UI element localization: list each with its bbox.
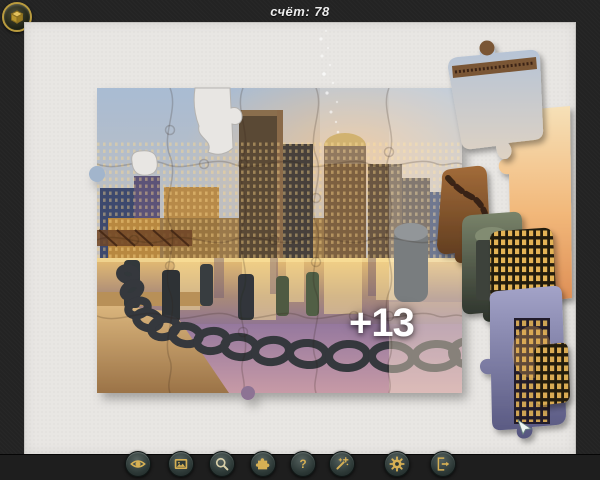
gear-icon — [387, 454, 407, 474]
pieces-tray-button[interactable] — [250, 451, 276, 477]
preview-button[interactable] — [125, 451, 151, 477]
settings-button[interactable] — [384, 451, 410, 477]
exit-button[interactable] — [430, 451, 456, 477]
hint-button[interactable]: ? — [290, 451, 316, 477]
eye-icon — [128, 454, 148, 474]
magic-wand-button[interactable] — [329, 451, 355, 477]
score-text: счёт: 78 — [270, 4, 330, 19]
puzzle-board[interactable] — [24, 22, 576, 455]
exit-icon — [433, 454, 453, 474]
puzzle-piece-icon — [253, 454, 273, 474]
picture-icon — [171, 454, 191, 474]
cube-icon — [9, 9, 25, 25]
question-icon: ? — [293, 454, 313, 474]
magnifier-icon — [212, 454, 232, 474]
game-window: счёт: 78 — [0, 0, 600, 480]
magic-wand-icon — [332, 454, 352, 474]
show-picture-button[interactable] — [168, 451, 194, 477]
magnifier-button[interactable] — [209, 451, 235, 477]
title-bar: счёт: 78 — [0, 0, 600, 22]
question-glyph: ? — [299, 458, 306, 471]
bonus-popup: +13 — [349, 301, 414, 346]
